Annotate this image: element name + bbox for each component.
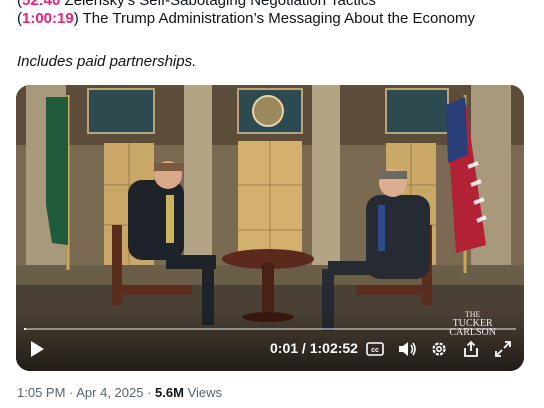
tweet-date[interactable]: Apr 4, 2025 [76,385,143,400]
progress-fill [24,328,26,330]
timestamp-link[interactable]: 1:00:19 [22,10,74,27]
video-time: 0:01 / 1:02:52 [270,340,358,356]
paid-partnership-note: Includes paid partnerships. [17,53,197,70]
logo-text: CARLSON [449,327,496,338]
tweet-time[interactable]: 1:05 PM [17,385,65,400]
current-time: 0:01 [270,340,299,356]
views-label: Views [183,385,223,400]
gear-icon [432,342,446,356]
pip-icon [464,340,478,357]
volume-button[interactable] [396,338,418,360]
volume-icon [399,342,416,356]
tweet-text-segment: The Trump Administration’s Messaging Abo… [78,10,476,27]
tweet-text-line: (1:00:19) The Trump Administration’s Mes… [17,10,476,27]
svg-text:cc: cc [371,347,379,354]
tweet-text-segment: Zelensky’s Self-Sabotaging Negotiation T… [60,0,376,9]
channel-watermark-logo: THE TUCKER CARLSON [449,310,496,338]
captions-button[interactable]: cc [364,338,386,360]
play-button[interactable] [26,338,48,360]
video-controls-bar: 0:01 / 1:02:52 cc [16,311,524,371]
view-count: 5.6M [155,385,184,400]
progress-bar[interactable] [24,328,516,330]
captions-icon: cc [366,342,384,356]
separator: · [143,385,156,400]
tweet-metadata: 1:05 PM · Apr 4, 2025 · 5.6M Views [17,385,222,400]
fullscreen-icon [495,341,511,357]
video-player[interactable]: 0:01 / 1:02:52 cc THE TUCKER CARLSON [16,85,524,371]
separator: · [65,385,77,400]
timestamp-link[interactable]: 52:40 [22,0,60,9]
duration: 1:02:52 [309,340,358,356]
play-icon [31,341,44,357]
fullscreen-button[interactable] [492,338,514,360]
settings-button[interactable] [428,338,450,360]
pip-button[interactable] [460,338,482,360]
